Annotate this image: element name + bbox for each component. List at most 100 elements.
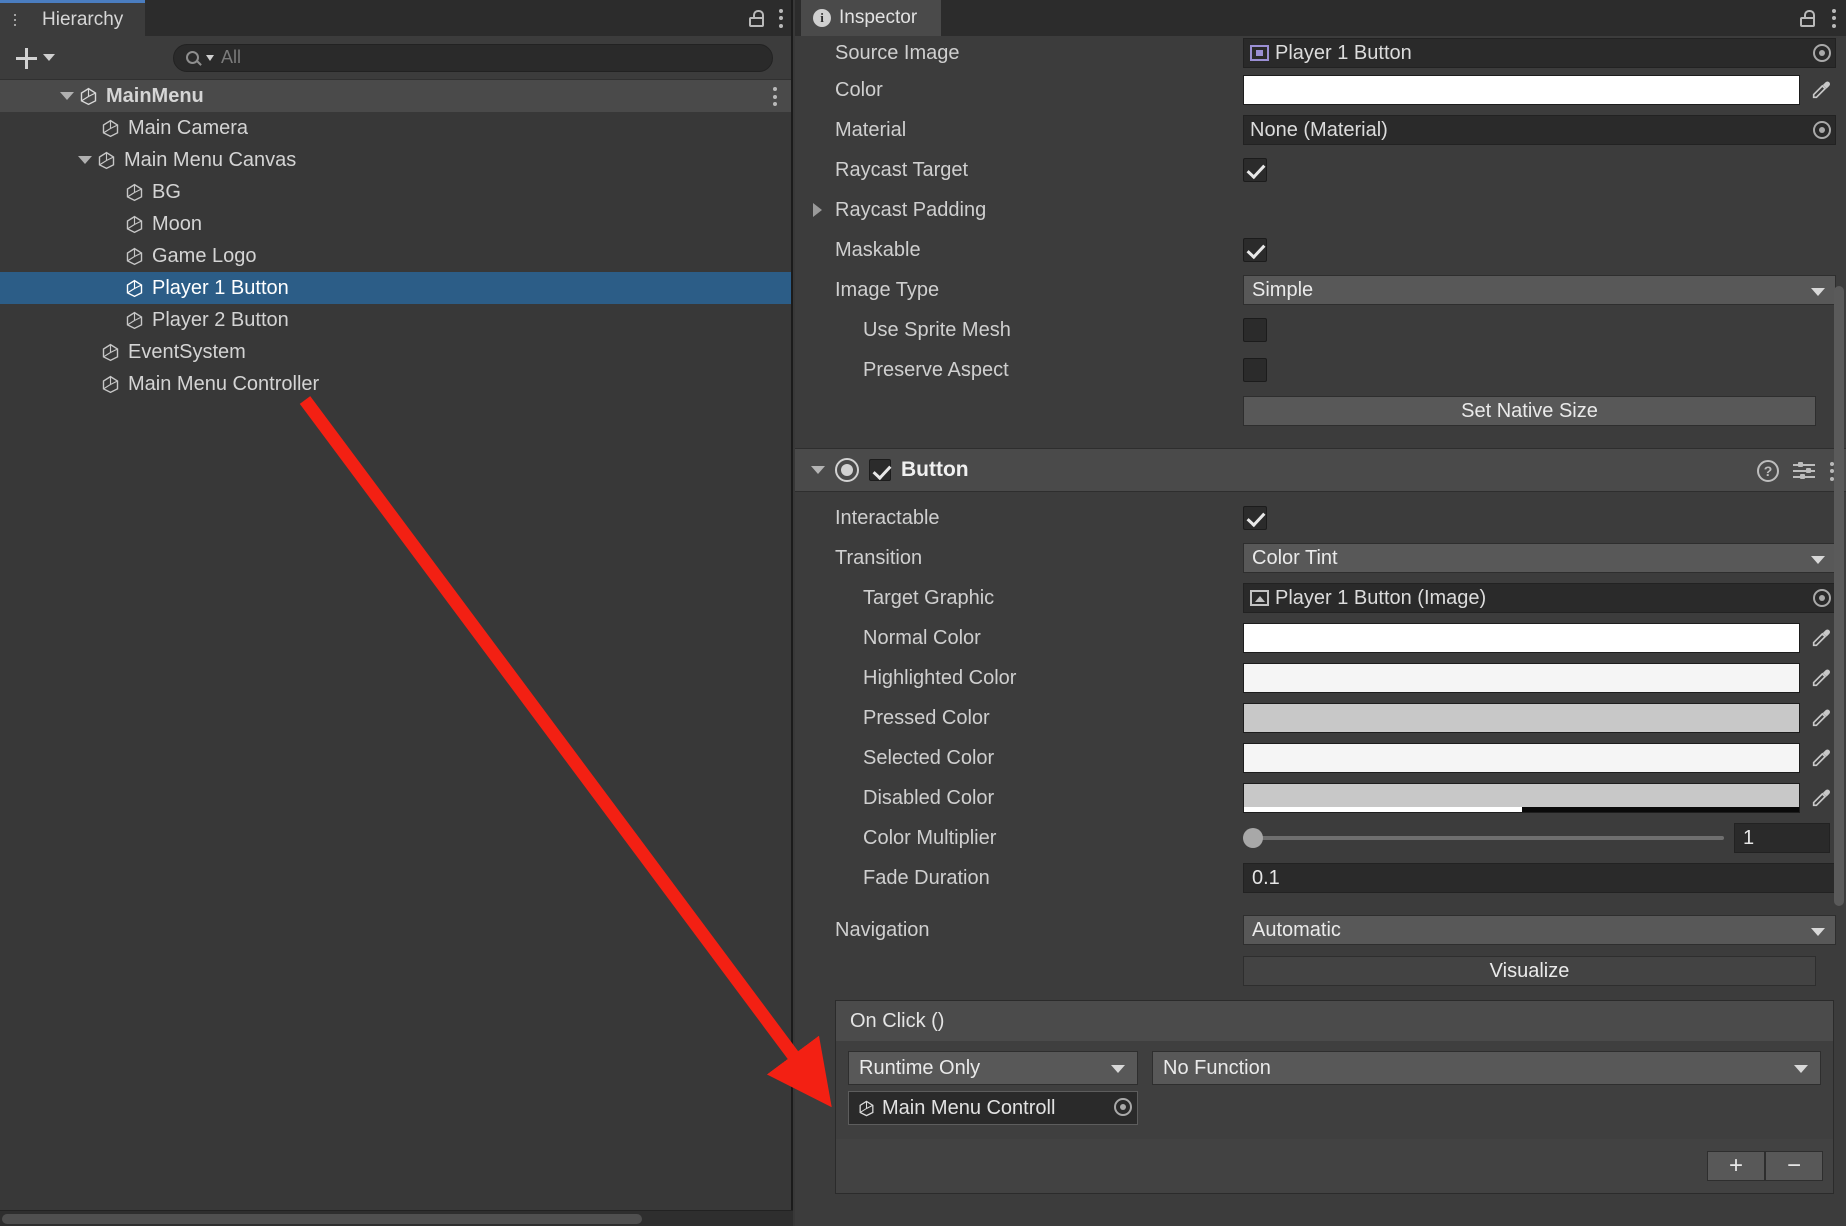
button-component-header[interactable]: Button ?: [795, 448, 1846, 492]
field-label: Target Graphic: [863, 586, 995, 609]
chevron-down-icon[interactable]: [78, 156, 92, 164]
field-label: Image Type: [835, 278, 940, 301]
set-native-size-button[interactable]: Set Native Size: [1243, 396, 1816, 426]
field-label: Maskable: [835, 238, 921, 261]
lock-icon[interactable]: [749, 9, 764, 27]
tree-item-bg[interactable]: BG: [0, 176, 791, 208]
search-input[interactable]: All: [173, 43, 773, 72]
field-disabled-color: Disabled Color: [795, 778, 1846, 818]
tree-item-label: Main Camera: [128, 116, 249, 139]
gameobject-cube-icon: [98, 151, 115, 169]
chevron-down-icon[interactable]: [60, 92, 74, 100]
remove-event-button[interactable]: −: [1765, 1151, 1823, 1181]
normal-color-swatch[interactable]: [1243, 623, 1800, 653]
maskable-checkbox[interactable]: [1243, 238, 1267, 262]
chevron-down-icon: [1811, 556, 1825, 564]
help-icon[interactable]: ?: [1757, 460, 1779, 482]
chevron-down-icon[interactable]: [811, 466, 825, 474]
chevron-right-icon[interactable]: [813, 203, 822, 217]
target-graphic-object-field[interactable]: Player 1 Button (Image): [1243, 583, 1836, 613]
add-event-button[interactable]: +: [1707, 1151, 1765, 1181]
sprite-icon: [1250, 45, 1269, 61]
field-label: Fade Duration: [863, 866, 990, 889]
tree-item-game-logo[interactable]: Game Logo: [0, 240, 791, 272]
color-swatch[interactable]: [1243, 75, 1800, 105]
on-click-function-dropdown[interactable]: No Function: [1152, 1051, 1821, 1085]
visualize-button[interactable]: Visualize: [1243, 956, 1816, 986]
color-multiplier-slider[interactable]: [1243, 828, 1724, 848]
field-material: Material None (Material): [795, 110, 1846, 150]
tree-item-player-2-button[interactable]: Player 2 Button: [0, 304, 791, 336]
tree-item-label: Player 2 Button: [152, 308, 289, 331]
disabled-color-swatch[interactable]: [1243, 783, 1800, 813]
kebab-menu-icon[interactable]: [778, 8, 783, 28]
fade-duration-input[interactable]: 0.1: [1243, 863, 1836, 893]
raycast-target-checkbox[interactable]: [1243, 158, 1267, 182]
tree-item-main-camera[interactable]: Main Camera: [0, 112, 791, 144]
gameobject-cube-icon: [102, 119, 119, 137]
hierarchy-horizontal-scrollbar[interactable]: [0, 1210, 793, 1226]
navigation-value: Automatic: [1252, 918, 1341, 941]
scrollbar-thumb[interactable]: [2, 1214, 642, 1224]
use-sprite-mesh-checkbox[interactable]: [1243, 318, 1267, 342]
pressed-color-swatch[interactable]: [1243, 703, 1800, 733]
source-image-object-field[interactable]: Player 1 Button: [1243, 38, 1836, 68]
tree-item-label: Player 1 Button: [152, 276, 289, 299]
on-click-object-field[interactable]: Main Menu Controll: [848, 1091, 1138, 1125]
prefab-icon: [80, 87, 97, 105]
kebab-menu-icon[interactable]: [1831, 8, 1836, 28]
alpha-indicator: [1244, 807, 1522, 812]
tab-hierarchy[interactable]: Hierarchy: [0, 0, 146, 36]
selected-color-swatch[interactable]: [1243, 743, 1800, 773]
hierarchy-toolbar: All: [0, 36, 791, 80]
chevron-down-icon: [1811, 928, 1825, 936]
search-filter-chevron-icon[interactable]: [206, 54, 214, 61]
navigation-dropdown[interactable]: Automatic: [1243, 915, 1836, 945]
highlighted-color-swatch[interactable]: [1243, 663, 1800, 693]
kebab-menu-icon[interactable]: [772, 87, 777, 106]
inspector-tabstrip: i Inspector: [795, 0, 1846, 36]
object-picker-icon[interactable]: [1114, 1098, 1132, 1116]
field-label: Color: [835, 78, 883, 101]
material-object-field[interactable]: None (Material): [1243, 115, 1836, 145]
scrollbar-thumb[interactable]: [1834, 286, 1844, 906]
tree-item-main-menu-canvas[interactable]: Main Menu Canvas: [0, 144, 791, 176]
inspector-vertical-scrollbar[interactable]: [1830, 36, 1846, 1226]
field-label: Preserve Aspect: [863, 358, 1009, 381]
object-picker-icon[interactable]: [1813, 121, 1831, 139]
target-graphic-value: Player 1 Button (Image): [1275, 586, 1487, 609]
tab-inspector[interactable]: i Inspector: [801, 0, 942, 36]
button-enabled-checkbox[interactable]: [869, 459, 891, 481]
preserve-aspect-checkbox[interactable]: [1243, 358, 1267, 382]
tree-item-label: BG: [152, 180, 181, 203]
on-click-mode-dropdown[interactable]: Runtime Only: [848, 1051, 1138, 1085]
button-component-title: Button: [901, 458, 969, 481]
tree-item-main-menu-controller[interactable]: Main Menu Controller: [0, 368, 791, 400]
tab-inspector-label: Inspector: [839, 7, 918, 28]
gameobject-cube-icon: [102, 343, 119, 361]
slider-knob[interactable]: [1243, 828, 1263, 848]
transition-dropdown[interactable]: Color Tint: [1243, 543, 1836, 573]
interactable-checkbox[interactable]: [1243, 506, 1267, 530]
material-value: None (Material): [1250, 118, 1388, 141]
tree-item-mainmenu[interactable]: MainMenu: [0, 80, 791, 112]
search-placeholder: All: [221, 47, 242, 67]
field-source-image: Source Image Player 1 Button: [795, 36, 1846, 70]
tree-item-player-1-button[interactable]: Player 1 Button: [0, 272, 791, 304]
hierarchy-tree: MainMenu Main Camera Main Menu Canvas BG…: [0, 80, 793, 1226]
add-gameobject-button[interactable]: [8, 44, 61, 72]
lock-icon[interactable]: [1800, 9, 1815, 27]
object-picker-icon[interactable]: [1813, 44, 1831, 62]
object-picker-icon[interactable]: [1813, 589, 1831, 607]
tree-item-eventsystem[interactable]: EventSystem: [0, 336, 791, 368]
tree-item-moon[interactable]: Moon: [0, 208, 791, 240]
field-raycast-padding[interactable]: Raycast Padding: [795, 190, 1846, 230]
field-color: Color: [795, 70, 1846, 110]
preset-icon[interactable]: [1793, 462, 1815, 480]
field-interactable: Interactable: [795, 498, 1846, 538]
image-type-dropdown[interactable]: Simple: [1243, 275, 1836, 305]
chevron-down-icon: [43, 54, 55, 61]
field-label: Raycast Target: [835, 158, 969, 181]
gameobject-cube-icon: [126, 215, 143, 233]
color-multiplier-value[interactable]: 1: [1734, 823, 1830, 853]
